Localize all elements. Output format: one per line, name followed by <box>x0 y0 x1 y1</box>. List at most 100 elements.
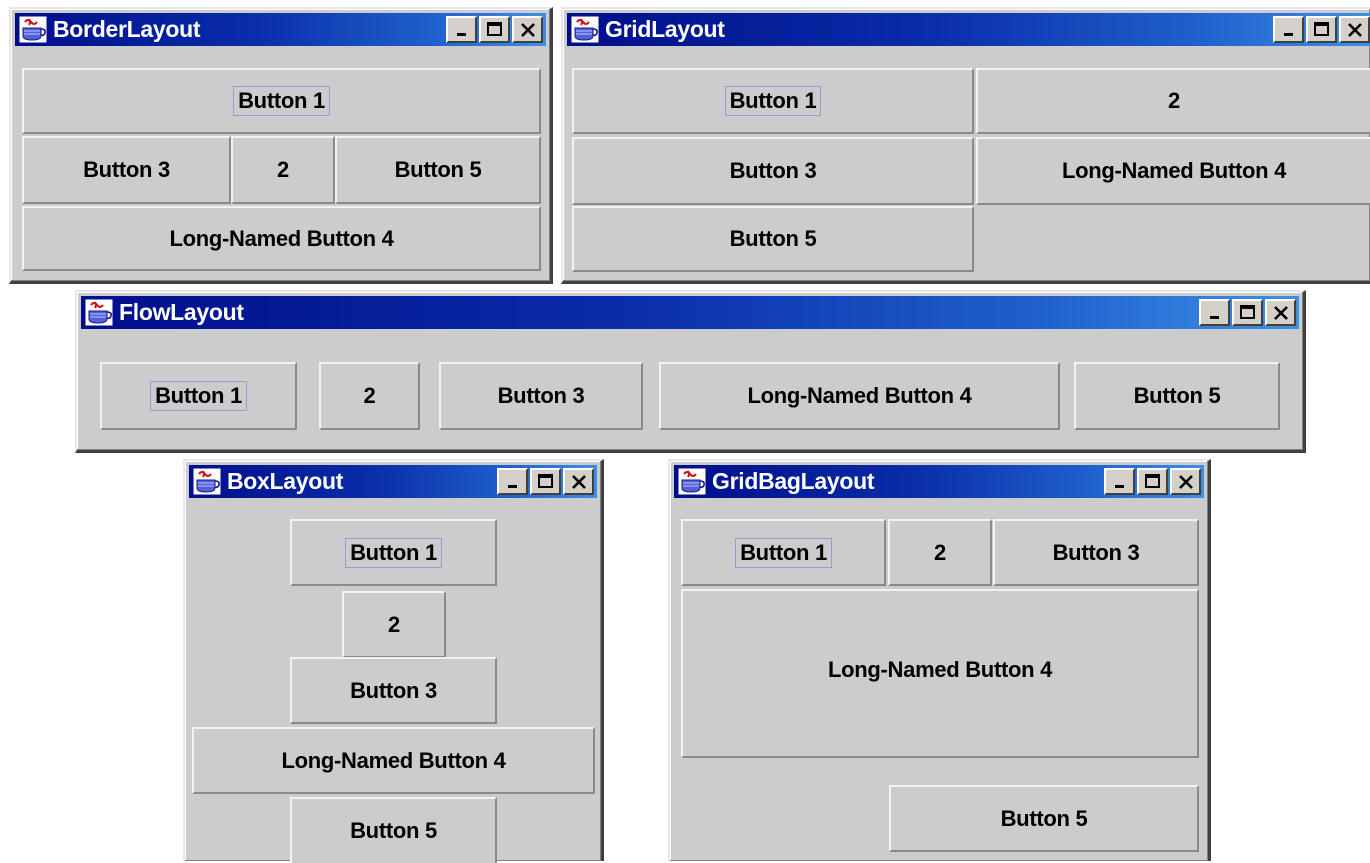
button-label: Button 1 <box>735 537 832 568</box>
close-button[interactable] <box>512 16 543 43</box>
minimize-icon <box>1283 32 1293 36</box>
maximize-button[interactable] <box>530 468 561 495</box>
button-5[interactable]: Button 5 <box>572 206 974 272</box>
maximize-icon <box>1313 21 1329 36</box>
borderlayout-window: BorderLayout Button 1 Button 3 2 Button … <box>9 7 553 284</box>
button-3[interactable]: Button 3 <box>22 136 231 204</box>
button-5[interactable]: Button 5 <box>290 797 497 863</box>
button-label: Long-Named Button 4 <box>827 656 1053 682</box>
button-3[interactable]: Button 3 <box>572 137 974 205</box>
minimize-button[interactable] <box>446 16 477 43</box>
flowlayout-window: FlowLayout Button 1 2 Button 3 Long-Name… <box>75 290 1306 453</box>
button-label: Button 5 <box>394 157 482 182</box>
button-4[interactable]: Long-Named Button 4 <box>192 727 595 794</box>
button-label: Button 3 <box>1052 539 1140 565</box>
button-label: Button 5 <box>729 226 817 251</box>
gridbaglayout-titlebar[interactable]: GridBagLayout <box>674 465 1204 498</box>
button-label: Button 3 <box>729 158 817 183</box>
button-label: Button 3 <box>350 677 437 703</box>
borderlayout-titlebar[interactable]: BorderLayout <box>15 13 546 46</box>
minimize-icon <box>1209 315 1219 319</box>
maximize-button[interactable] <box>1137 468 1168 495</box>
button-label: Button 1 <box>150 381 247 411</box>
close-icon <box>571 474 586 489</box>
close-icon <box>1273 305 1288 320</box>
button-label: Long-Named Button 4 <box>747 383 972 408</box>
button-4[interactable]: Long-Named Button 4 <box>659 362 1060 430</box>
maximize-icon <box>1239 304 1255 319</box>
window-title: FlowLayout <box>119 299 244 325</box>
minimize-icon <box>507 484 517 488</box>
button-3[interactable]: Button 3 <box>290 657 497 724</box>
button-label: Button 5 <box>1000 805 1088 831</box>
button-1[interactable]: Button 1 <box>100 362 297 430</box>
button-4[interactable]: Long-Named Button 4 <box>976 137 1370 205</box>
button-5[interactable]: Button 5 <box>335 136 541 204</box>
gridlayout-titlebar[interactable]: GridLayout <box>567 13 1370 46</box>
button-2[interactable]: 2 <box>342 591 446 658</box>
button-label: 2 <box>277 157 289 182</box>
java-cup-icon <box>678 468 706 495</box>
maximize-button[interactable] <box>1232 299 1263 326</box>
java-cup-icon <box>85 299 113 326</box>
button-label: 2 <box>363 383 376 408</box>
button-2[interactable]: 2 <box>319 362 420 430</box>
java-cup-icon <box>193 468 221 495</box>
boxlayout-window: BoxLayout Button 1 2 Button 3 Long-Named… <box>183 459 604 863</box>
close-button[interactable] <box>563 468 594 495</box>
window-title: BorderLayout <box>53 16 201 42</box>
java-cup-icon <box>19 16 47 43</box>
button-label: 2 <box>1168 88 1180 113</box>
button-4[interactable]: Long-Named Button 4 <box>22 206 541 271</box>
button-1[interactable]: Button 1 <box>572 68 974 134</box>
maximize-button[interactable] <box>1306 16 1337 43</box>
button-label: 2 <box>388 611 400 637</box>
boxlayout-titlebar[interactable]: BoxLayout <box>189 465 597 498</box>
button-label: Button 3 <box>497 383 585 408</box>
close-icon <box>520 22 535 37</box>
button-5[interactable]: Button 5 <box>1074 362 1280 430</box>
button-label: Button 1 <box>345 537 442 568</box>
maximize-icon <box>1144 473 1160 488</box>
button-4[interactable]: Long-Named Button 4 <box>681 589 1199 758</box>
button-1[interactable]: Button 1 <box>290 519 497 586</box>
button-label: 2 <box>934 539 946 565</box>
button-2[interactable]: 2 <box>888 519 992 586</box>
close-icon <box>1178 474 1193 489</box>
button-label: Button 1 <box>724 86 822 116</box>
minimize-button[interactable] <box>1104 468 1135 495</box>
window-title: BoxLayout <box>227 468 344 494</box>
minimize-icon <box>1114 484 1124 488</box>
minimize-button[interactable] <box>1199 299 1230 326</box>
java-cup-icon <box>571 16 599 43</box>
button-label: Button 1 <box>233 86 330 116</box>
button-2[interactable]: 2 <box>231 136 335 204</box>
maximize-icon <box>537 473 553 488</box>
close-button[interactable] <box>1265 299 1296 326</box>
maximize-icon <box>486 21 502 36</box>
button-3[interactable]: Button 3 <box>993 519 1199 586</box>
button-label: Long-Named Button 4 <box>1061 158 1287 183</box>
gridbaglayout-window: GridBagLayout Button 1 2 Button 3 Long-N… <box>668 459 1211 861</box>
window-title: GridBagLayout <box>712 468 875 494</box>
window-title: GridLayout <box>605 16 725 42</box>
button-1[interactable]: Button 1 <box>22 68 541 134</box>
button-label: Button 5 <box>350 818 437 843</box>
close-button[interactable] <box>1339 16 1370 43</box>
minimize-button[interactable] <box>1273 16 1304 43</box>
minimize-button[interactable] <box>497 468 528 495</box>
button-1[interactable]: Button 1 <box>681 519 886 586</box>
close-icon <box>1347 22 1362 37</box>
button-5[interactable]: Button 5 <box>889 785 1199 852</box>
close-button[interactable] <box>1170 468 1201 495</box>
button-label: Button 3 <box>83 157 170 182</box>
button-label: Long-Named Button 4 <box>281 747 506 773</box>
button-3[interactable]: Button 3 <box>439 362 643 430</box>
button-2[interactable]: 2 <box>976 68 1370 134</box>
maximize-button[interactable] <box>479 16 510 43</box>
gridlayout-window: GridLayout Button 1 2 Button 3 Long-Name… <box>561 7 1370 284</box>
button-label: Long-Named Button 4 <box>169 225 394 251</box>
minimize-icon <box>456 32 466 36</box>
flowlayout-titlebar[interactable]: FlowLayout <box>81 296 1299 329</box>
button-label: Button 5 <box>1133 383 1221 408</box>
